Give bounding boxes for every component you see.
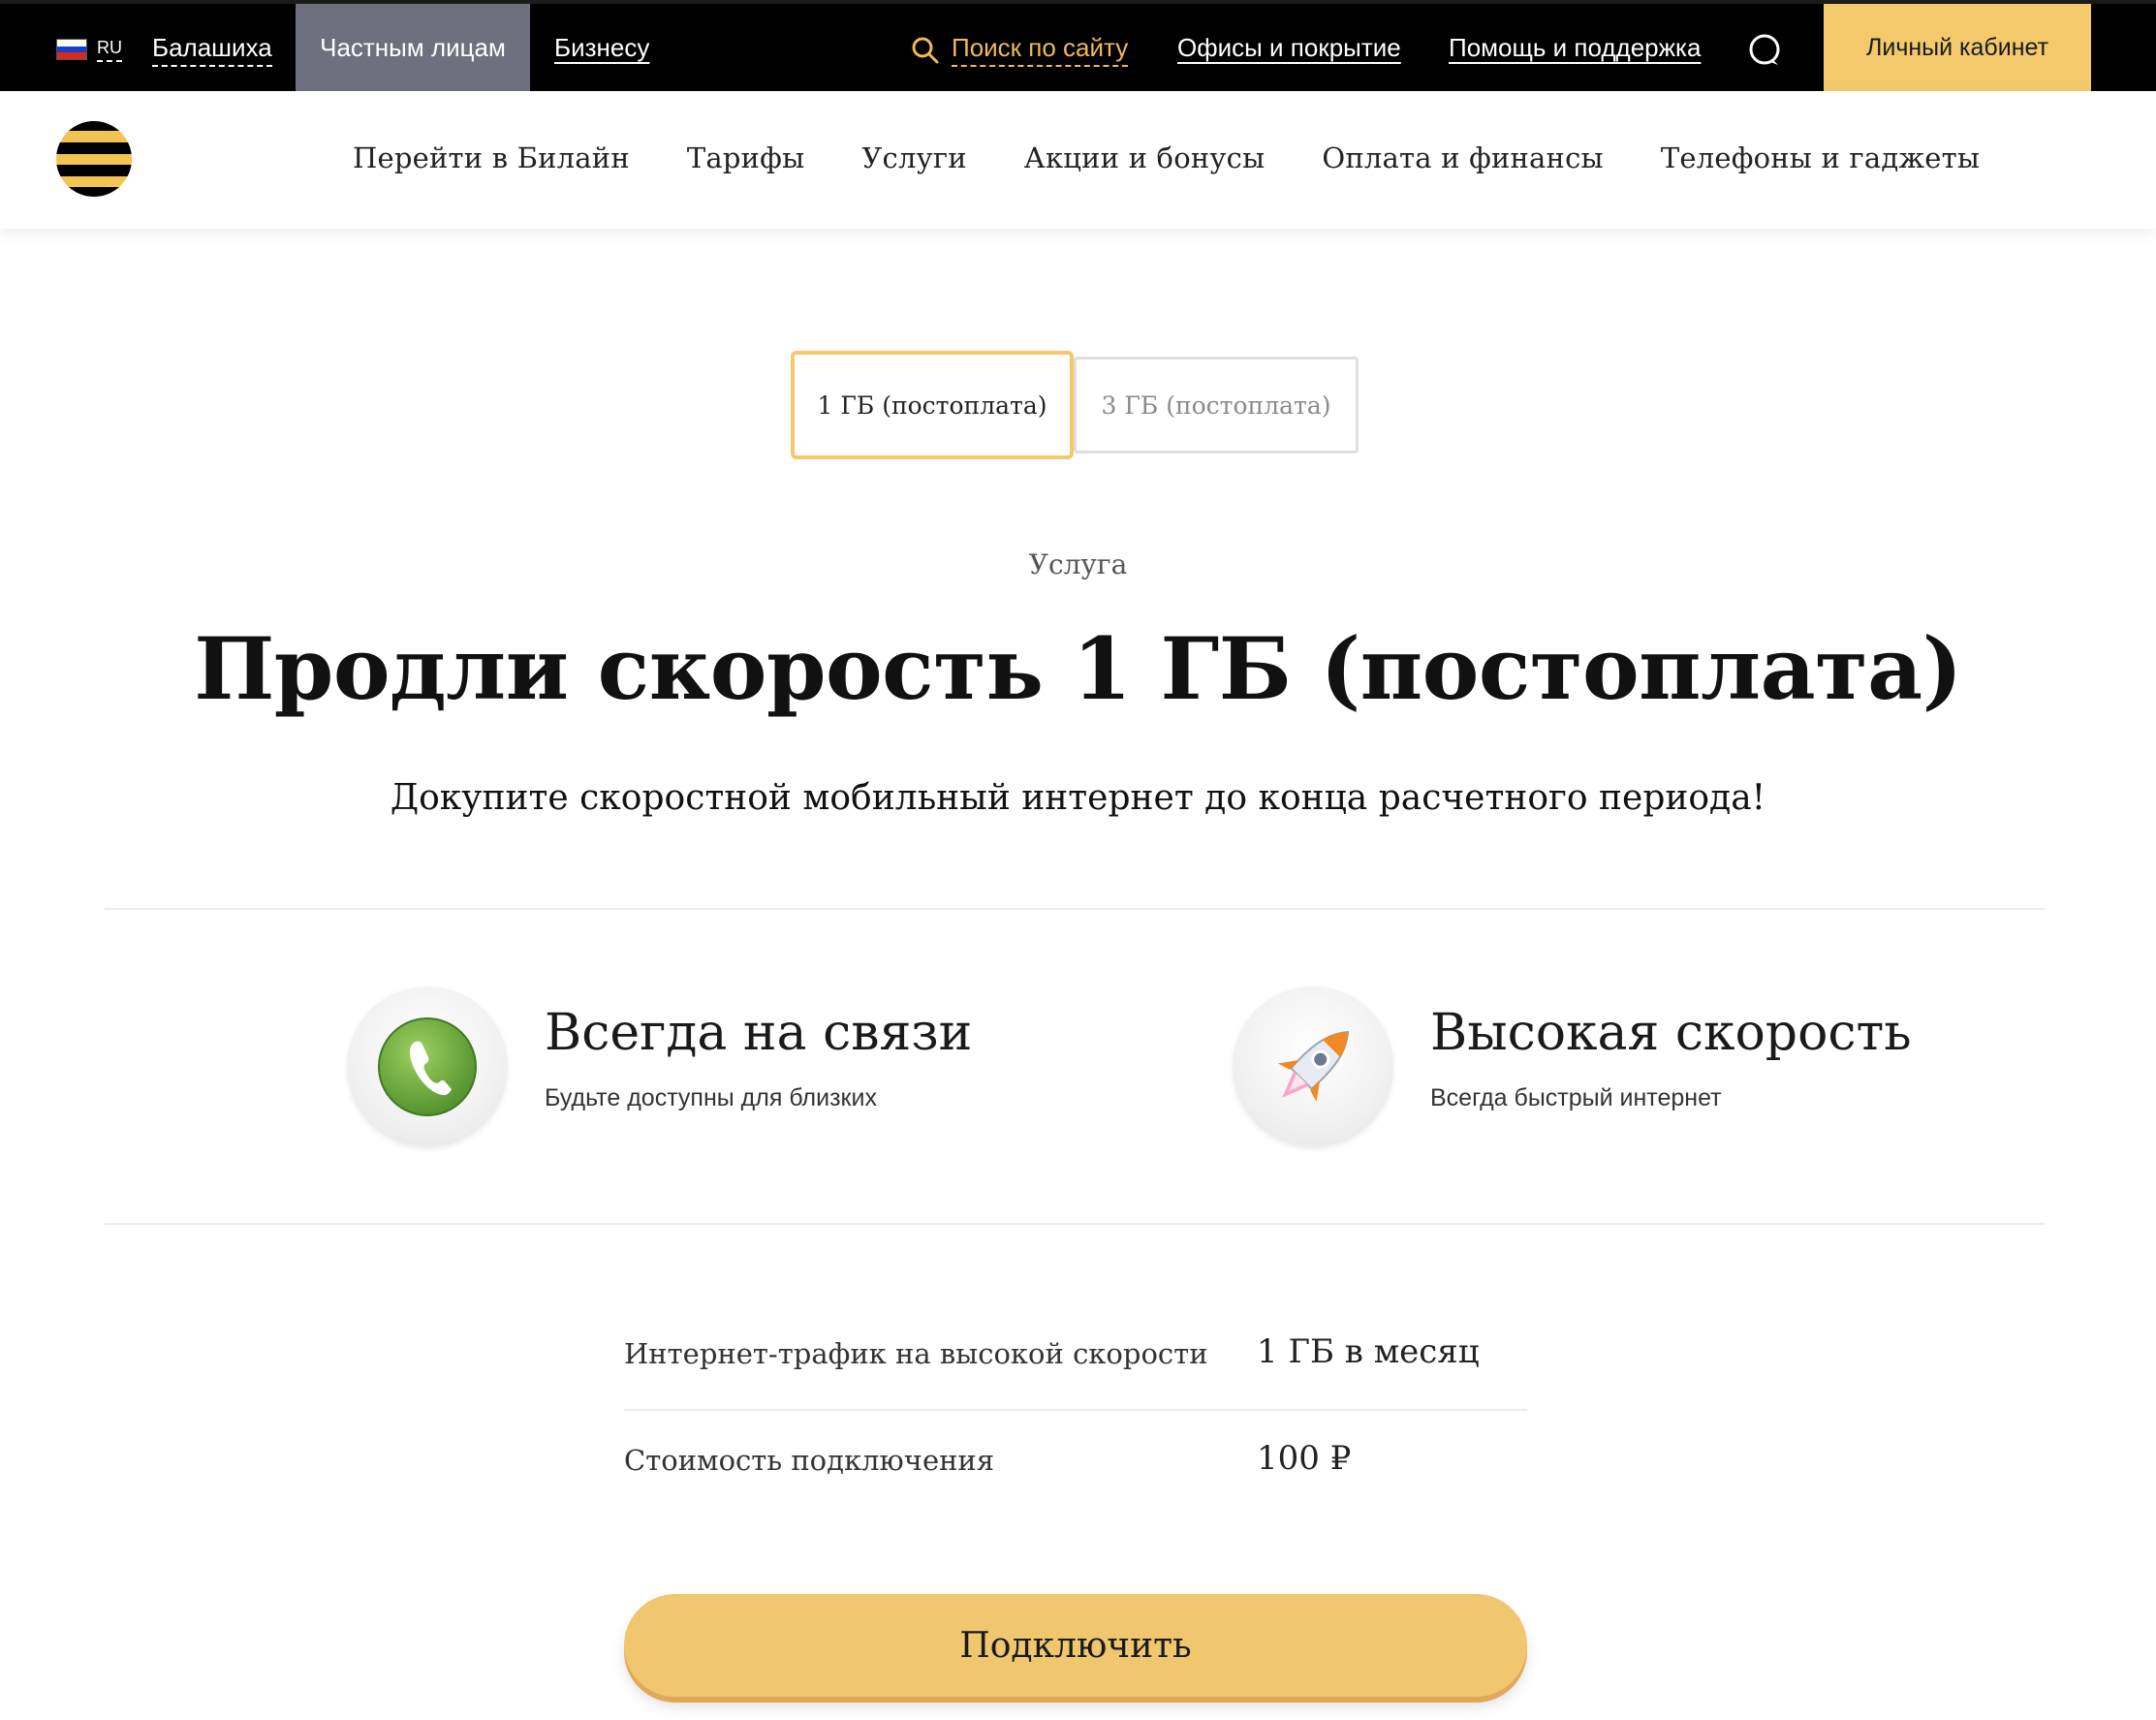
personal-account-button[interactable]: Личный кабинет <box>1824 4 2091 91</box>
city-selector[interactable]: Балашиха <box>152 33 272 67</box>
feature-subtitle-always-connected: Будьте доступны для близких <box>545 1084 877 1111</box>
feature-title-always-connected: Всегда на связи <box>545 1004 973 1062</box>
offices-link[interactable]: Офисы и покрытие <box>1177 33 1401 63</box>
tab-3gb[interactable]: 3 ГБ (постоплата) <box>1074 357 1359 453</box>
feature-title-high-speed: Высокая скорость <box>1430 1004 1912 1062</box>
site-search-link[interactable]: Поиск по сайту <box>911 33 1129 67</box>
language-switcher[interactable]: RU <box>56 37 122 62</box>
divider <box>105 908 2045 910</box>
nav-item-payments[interactable]: Оплата и финансы <box>1322 141 1603 174</box>
page-subtitle: Докупите скоростной мобильный интернет д… <box>390 778 1766 818</box>
param-label-traffic: Интернет-трафик на высокой скорости <box>624 1337 1208 1370</box>
beeline-logo-icon[interactable] <box>56 121 132 197</box>
chat-icon[interactable] <box>1747 33 1782 68</box>
param-label-connection-cost: Стоимость подключения <box>624 1444 995 1477</box>
nav-item-promos[interactable]: Акции и бонусы <box>1024 141 1265 174</box>
rocket-icon <box>1277 1030 1350 1103</box>
segment-private[interactable]: Частным лицам <box>296 4 530 91</box>
param-value-traffic: 1 ГБ в месяц <box>1257 1332 1480 1371</box>
help-link[interactable]: Помощь и поддержка <box>1449 33 1701 63</box>
feature-subtitle-high-speed: Всегда быстрый интернет <box>1430 1084 1722 1111</box>
search-icon <box>912 37 939 63</box>
segment-business[interactable]: Бизнесу <box>554 33 649 63</box>
language-code[interactable]: RU <box>97 37 122 62</box>
phone-icon <box>378 1017 477 1116</box>
nav-item-services[interactable]: Услуги <box>861 141 966 174</box>
russia-flag-icon <box>56 39 87 60</box>
feature-icon-circle <box>1233 986 1393 1147</box>
service-kicker: Услуга <box>1028 548 1128 580</box>
param-value-connection-cost: 100 ₽ <box>1257 1439 1352 1478</box>
param-divider <box>624 1409 1527 1411</box>
main-nav: Перейти в Билайн Тарифы Услуги Акции и б… <box>0 91 2156 229</box>
top-bar: RU Балашиха Частным лицам Бизнесу Поиск … <box>0 0 2156 91</box>
connect-button[interactable]: Подключить <box>624 1594 1527 1697</box>
nav-item-tariffs[interactable]: Тарифы <box>687 141 805 174</box>
tab-1gb[interactable]: 1 ГБ (постоплата) <box>791 351 1074 459</box>
nav-item-devices[interactable]: Телефоны и гаджеты <box>1661 141 1980 174</box>
nav-item-beeline[interactable]: Перейти в Билайн <box>353 141 630 174</box>
page-title: Продли скорость 1 ГБ (постоплата) <box>194 618 1962 719</box>
site-search-label: Поиск по сайту <box>952 33 1129 67</box>
nav-links: Перейти в Билайн Тарифы Услуги Акции и б… <box>353 141 1980 174</box>
divider <box>105 1223 2045 1225</box>
feature-icon-circle <box>347 986 508 1147</box>
